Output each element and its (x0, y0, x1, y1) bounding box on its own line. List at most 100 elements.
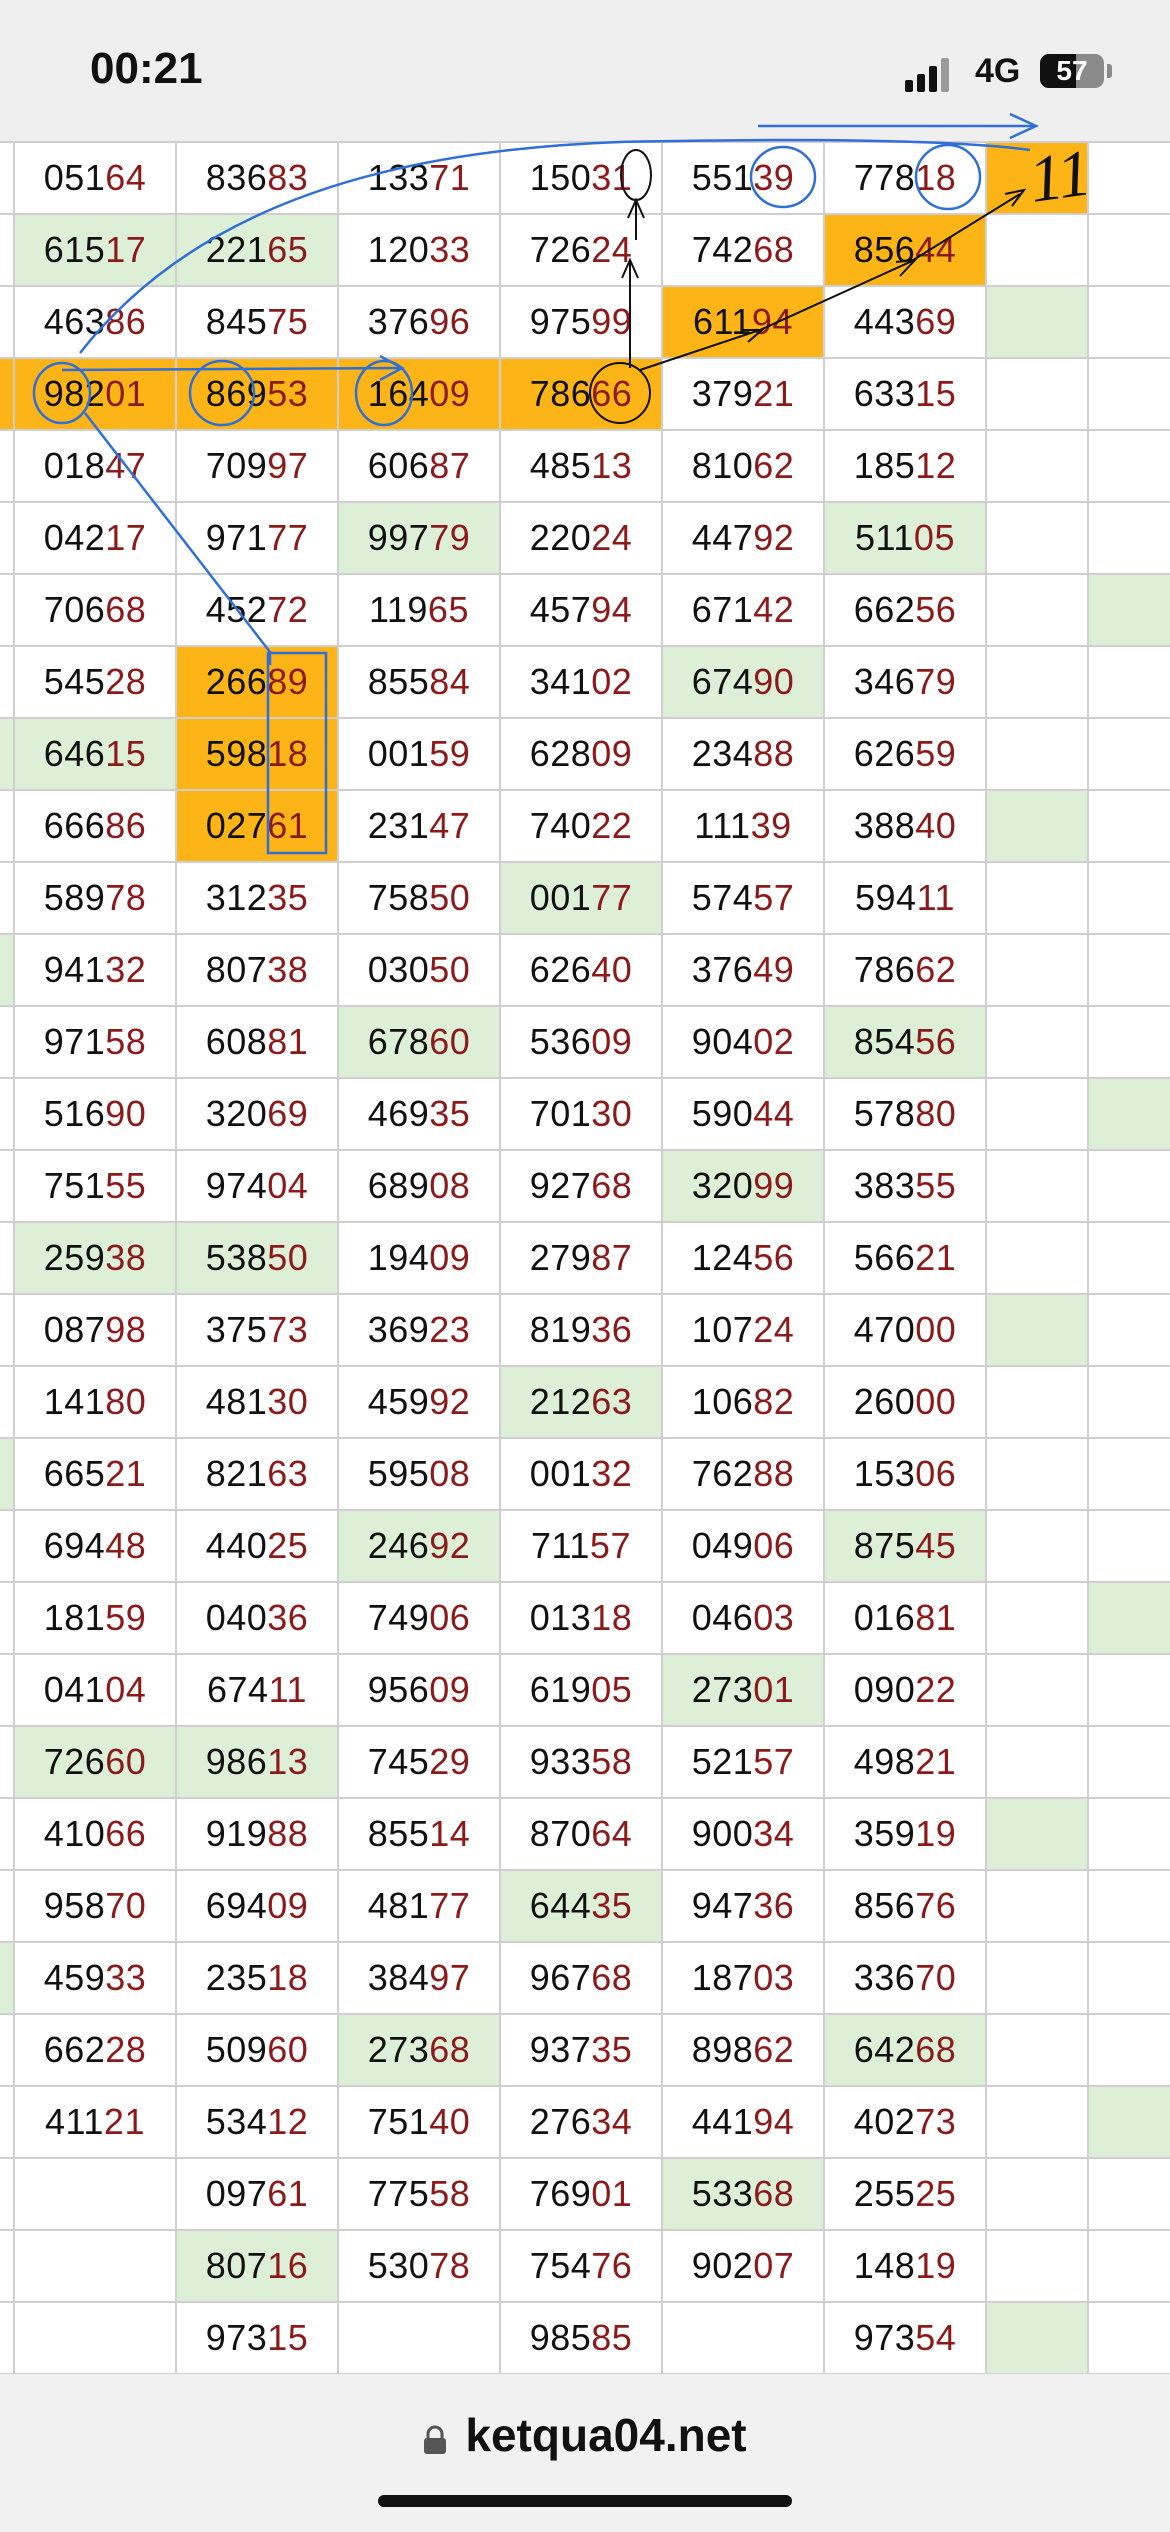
table-cell: 27634 (500, 2086, 662, 2158)
number-head: 220 (529, 517, 592, 558)
address-bar[interactable]: ketqua04.net (0, 2408, 1170, 2466)
number-tail: 56 (915, 1021, 957, 1062)
number-tail: 42 (753, 589, 795, 630)
number-head: 902 (691, 2245, 754, 2286)
number-tail: 50 (429, 877, 471, 918)
table-cell (986, 1366, 1088, 1438)
number-head: 320 (691, 1165, 754, 1206)
table-cell (1088, 142, 1170, 214)
number-head: 749 (367, 1597, 430, 1638)
number-head: 273 (691, 1669, 754, 1710)
number-tail: 62 (753, 2029, 795, 2070)
grid-line-vertical (175, 142, 177, 2374)
number-tail: 88 (753, 733, 795, 774)
number-head: 900 (691, 1813, 754, 1854)
table-cell: 27301 (662, 1654, 824, 1726)
table-cell (662, 2302, 824, 2374)
number-head: 947 (691, 1885, 754, 1926)
number-head: 711 (531, 1525, 590, 1566)
table-cell (1088, 574, 1170, 646)
number-head: 821 (205, 1453, 268, 1494)
table-cell: 37649 (662, 934, 824, 1006)
table-cell: 45794 (500, 574, 662, 646)
table-cell (1088, 2158, 1170, 2230)
number-head: 709 (205, 445, 268, 486)
table-cell: 46386 (14, 286, 176, 358)
number-head: 120 (367, 229, 430, 270)
home-indicator[interactable] (378, 2495, 792, 2507)
number-head: 786 (529, 373, 592, 414)
table-cell (1088, 1078, 1170, 1150)
number-head: 481 (367, 1885, 430, 1926)
number-tail: 36 (753, 1885, 795, 1926)
number-tail: 31 (591, 157, 633, 198)
number-tail: 80 (915, 1093, 957, 1134)
number-tail: 73 (267, 1309, 309, 1350)
number-tail: 32 (591, 1453, 633, 1494)
table-cell: 70997 (176, 430, 338, 502)
table-cell (986, 1150, 1088, 1222)
table-cell: 14180 (14, 1366, 176, 1438)
table-cell: 80738 (176, 934, 338, 1006)
table-cell: 04036 (176, 1582, 338, 1654)
table-cell: 72624 (500, 214, 662, 286)
number-head: 758 (367, 877, 430, 918)
number-tail: 55 (105, 1165, 147, 1206)
table-cell: 41066 (14, 1798, 176, 1870)
status-time: 00:21 (90, 44, 203, 93)
table-cell (0, 286, 14, 358)
table-cell: 54528 (14, 646, 176, 718)
table-cell: 25525 (824, 2158, 986, 2230)
number-tail: 86 (105, 301, 147, 342)
number-tail: 72 (267, 589, 309, 630)
number-head: 440 (205, 1525, 268, 1566)
table-cell: 85456 (824, 1006, 986, 1078)
number-tail: 55 (915, 1165, 957, 1206)
number-tail: 62 (915, 949, 957, 990)
table-cell: 92768 (500, 1150, 662, 1222)
number-head: 051 (43, 157, 106, 198)
number-tail: 36 (591, 1309, 633, 1350)
table-cell: 93358 (500, 1726, 662, 1798)
number-tail: 11 (268, 1669, 307, 1710)
table-cell (986, 862, 1088, 934)
number-tail: 73 (915, 2101, 957, 2142)
table-cell (986, 1438, 1088, 1510)
number-head: 626 (853, 733, 916, 774)
number-tail: 53 (267, 373, 309, 414)
table-cell: 98613 (176, 1726, 338, 1798)
number-head: 678 (367, 1021, 430, 1062)
table-cell: 69448 (14, 1510, 176, 1582)
number-head: 971 (43, 1021, 106, 1062)
number-tail: 34 (753, 1813, 795, 1854)
table-cell (0, 1870, 14, 1942)
number-head: 255 (853, 2173, 916, 2214)
number-head: 459 (367, 1381, 430, 1422)
table-cell: 90207 (662, 2230, 824, 2302)
table-cell: 58978 (14, 862, 176, 934)
number-head: 164 (367, 373, 430, 414)
number-head: 411 (45, 2101, 104, 2142)
number-tail: 35 (267, 877, 309, 918)
number-tail: 38 (267, 949, 309, 990)
table-cell (0, 1510, 14, 1582)
table-cell: 41121 (14, 2086, 176, 2158)
table-cell (0, 1006, 14, 1078)
table-cell: 96768 (500, 1942, 662, 2014)
number-tail: 68 (753, 229, 795, 270)
number-head: 097 (205, 2173, 268, 2214)
number-tail: 68 (429, 2029, 471, 2070)
network-label: 4G (975, 52, 1021, 90)
number-head: 231 (367, 805, 430, 846)
number-tail: 12 (915, 445, 957, 486)
table-cell (986, 574, 1088, 646)
number-tail: 18 (915, 157, 957, 198)
number-head: 181 (43, 1597, 106, 1638)
table-cell (1088, 790, 1170, 862)
table-cell (1088, 934, 1170, 1006)
number-tail: 01 (753, 1669, 795, 1710)
number-tail: 21 (753, 373, 795, 414)
number-head: 875 (853, 1525, 916, 1566)
table-cell (1088, 2302, 1170, 2374)
number-head: 516 (43, 1093, 106, 1134)
